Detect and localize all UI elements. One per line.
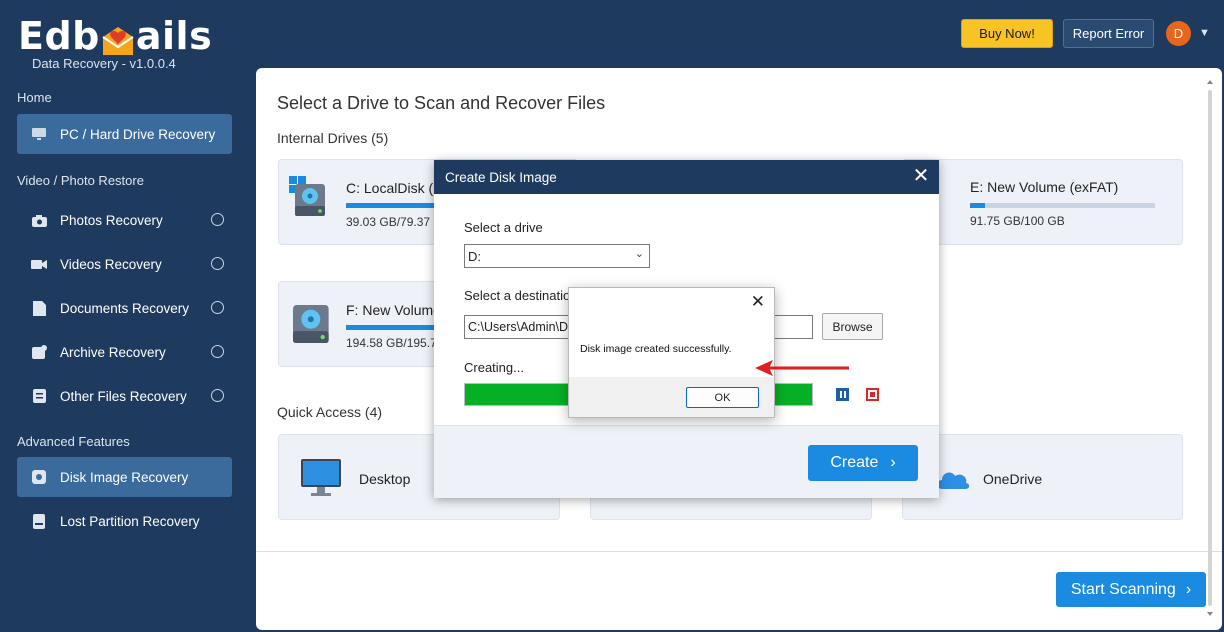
sidebar-item-disk-image[interactable]: Disk Image Recovery bbox=[17, 457, 232, 497]
buy-now-button[interactable]: Buy Now! bbox=[961, 19, 1053, 48]
close-icon[interactable]: ✕ bbox=[751, 292, 765, 312]
close-icon[interactable]: ✕ bbox=[911, 166, 931, 186]
disk-image-icon bbox=[31, 469, 47, 485]
archive-icon bbox=[31, 344, 47, 360]
windows-drive-icon bbox=[289, 176, 325, 216]
start-scanning-label: Start Scanning bbox=[1070, 580, 1176, 598]
page-title: Select a Drive to Scan and Recover Files bbox=[277, 93, 606, 113]
drive-name: E: New Volume (exFAT) bbox=[970, 179, 1119, 195]
monitor-icon bbox=[31, 126, 47, 142]
red-arrow-icon bbox=[755, 360, 849, 376]
browse-button[interactable]: Browse bbox=[822, 313, 883, 340]
camera-icon bbox=[31, 212, 47, 228]
drive-card-e[interactable]: E: New Volume (exFAT) 91.75 GB/100 GB bbox=[902, 159, 1183, 245]
drive-name: C: LocalDisk (I bbox=[346, 180, 438, 196]
sidebar-item-label: Disk Image Recovery bbox=[60, 469, 189, 485]
sidebar-heading-video-photo: Video / Photo Restore bbox=[17, 173, 144, 188]
stop-icon[interactable] bbox=[866, 388, 879, 401]
cloud-icon bbox=[937, 472, 969, 489]
report-error-button[interactable]: Report Error bbox=[1063, 19, 1154, 48]
avatar[interactable]: D bbox=[1166, 21, 1191, 46]
internal-drives-heading: Internal Drives (5) bbox=[277, 130, 389, 146]
sidebar-item-label: Archive Recovery bbox=[60, 344, 166, 360]
drive-select[interactable]: D: ⌄ bbox=[464, 244, 650, 268]
quick-access-label: OneDrive bbox=[983, 471, 1043, 487]
sidebar-item-label: Photos Recovery bbox=[60, 212, 163, 228]
sidebar-item-label: Documents Recovery bbox=[60, 300, 190, 316]
sidebar-item-label: PC / Hard Drive Recovery bbox=[60, 126, 216, 142]
sidebar-item-lost-partition[interactable]: Lost Partition Recovery bbox=[17, 501, 232, 541]
quick-access-heading: Quick Access (4) bbox=[277, 404, 383, 420]
drive-size: 194.58 GB/195.79 bbox=[346, 336, 444, 350]
sidebar-item-documents[interactable]: Documents Recovery bbox=[17, 288, 232, 328]
drive-select-value: D: bbox=[468, 248, 481, 264]
desktop-icon bbox=[301, 459, 341, 496]
logo-envelope-icon bbox=[101, 22, 135, 55]
radio-button[interactable] bbox=[211, 301, 224, 314]
chevron-right-icon: › bbox=[1185, 580, 1192, 598]
message-text: Disk image created successfully. bbox=[580, 343, 732, 355]
sidebar-item-videos[interactable]: Videos Recovery bbox=[17, 244, 232, 284]
radio-button[interactable] bbox=[211, 257, 224, 270]
quick-access-label: Desktop bbox=[359, 471, 411, 487]
chevron-down-icon: ⌄ bbox=[634, 248, 644, 260]
sidebar-item-label: Other Files Recovery bbox=[60, 388, 187, 404]
destination-label: Select a destinatio bbox=[464, 288, 571, 303]
sidebar-item-archive[interactable]: Archive Recovery bbox=[17, 332, 232, 372]
pause-icon[interactable] bbox=[836, 388, 849, 401]
divider bbox=[256, 551, 1222, 552]
app-logo: Edb ails bbox=[18, 14, 212, 58]
start-scanning-button[interactable]: Start Scanning › bbox=[1056, 572, 1206, 607]
create-label: Create bbox=[830, 454, 879, 471]
chevron-right-icon: › bbox=[890, 454, 896, 471]
sidebar-heading-home: Home bbox=[17, 90, 52, 105]
sidebar-item-other-files[interactable]: Other Files Recovery bbox=[17, 376, 232, 416]
sidebar-heading-advanced: Advanced Features bbox=[17, 434, 130, 449]
select-drive-label: Select a drive bbox=[464, 220, 543, 235]
logo-text-pre: Edb bbox=[18, 14, 100, 58]
dialog-title: Create Disk Image bbox=[445, 169, 557, 185]
quick-access-onedrive[interactable]: OneDrive bbox=[902, 434, 1183, 520]
create-button[interactable]: Create › bbox=[808, 445, 918, 481]
drive-usage-bar bbox=[970, 203, 1155, 208]
creating-status: Creating... bbox=[464, 360, 524, 375]
video-camera-icon bbox=[31, 256, 47, 272]
document-icon bbox=[31, 300, 47, 316]
radio-button[interactable] bbox=[211, 389, 224, 402]
drive-size: 91.75 GB/100 GB bbox=[970, 214, 1065, 228]
app-version: Data Recovery - v1.0.0.4 bbox=[32, 56, 176, 71]
partition-icon bbox=[31, 513, 47, 529]
drive-size: 39.03 GB/79.37 G bbox=[346, 215, 443, 229]
scrollbar[interactable] bbox=[1206, 78, 1214, 618]
drive-name: F: New Volume bbox=[346, 302, 441, 318]
radio-button[interactable] bbox=[211, 213, 224, 226]
sidebar-item-pc-recovery[interactable]: PC / Hard Drive Recovery bbox=[17, 114, 232, 154]
chevron-down-icon[interactable]: ▼ bbox=[1199, 27, 1210, 39]
ok-button[interactable]: OK bbox=[686, 387, 759, 408]
sidebar-item-label: Lost Partition Recovery bbox=[60, 513, 200, 529]
drive-icon bbox=[293, 305, 329, 343]
success-message-box: ✕ Disk image created successfully. OK bbox=[568, 287, 775, 418]
logo-text-post: ails bbox=[135, 14, 213, 58]
sidebar-item-label: Videos Recovery bbox=[60, 256, 162, 272]
radio-button[interactable] bbox=[211, 345, 224, 358]
dialog-titlebar: Create Disk Image bbox=[434, 160, 939, 194]
sidebar-item-photos[interactable]: Photos Recovery bbox=[17, 200, 232, 240]
file-list-icon bbox=[31, 388, 47, 404]
